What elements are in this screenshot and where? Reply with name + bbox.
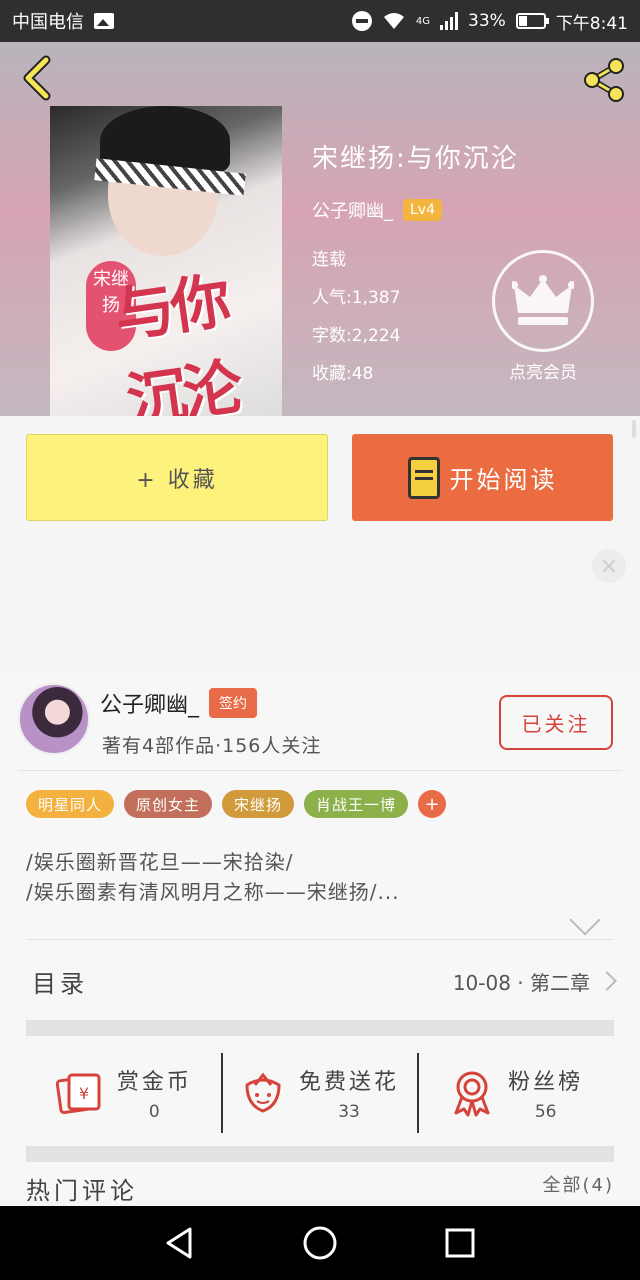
section-separator	[26, 1146, 614, 1162]
stat-name: 赏金币	[116, 1070, 192, 1095]
flower-icon	[245, 1072, 281, 1113]
stat-value: 33	[338, 1102, 360, 1122]
tag-list: 明星同人 原创女主 宋继扬 肖战王一博 +	[26, 790, 447, 818]
tag-item[interactable]: 肖战王一博	[304, 790, 409, 818]
book-title: 宋继扬:与你沉沦	[312, 144, 519, 174]
author-summary: 著有4部作品·156人关注	[102, 735, 322, 757]
triangle-back-icon	[166, 1227, 192, 1259]
stat-value: 0	[148, 1102, 160, 1122]
wifi-icon	[383, 13, 404, 29]
stat-value: 56	[534, 1102, 557, 1122]
square-recents-icon	[445, 1228, 475, 1258]
clock: 下午8:41	[555, 13, 628, 34]
book-favorites: 收藏:48	[312, 364, 374, 384]
scrollbar[interactable]	[632, 420, 636, 438]
book-description[interactable]: /娱乐圈新晋花旦——宋拾染/ /娱乐圈素有清风明月之称——宋继扬/...	[26, 847, 400, 907]
battery-icon	[515, 13, 549, 29]
ad-area: ×	[0, 541, 640, 671]
stats-row: ¥ 赏金币 0 免费送花 33 粉丝榜 56	[26, 1053, 614, 1133]
stat-name: 免费送花	[299, 1070, 400, 1095]
navigation-bar	[0, 1206, 640, 1280]
expand-chevron-icon[interactable]	[569, 904, 601, 936]
image-notification-icon	[94, 13, 114, 29]
all-comments-link[interactable]: 全部(4)	[543, 1171, 615, 1211]
share-icon[interactable]	[580, 56, 628, 104]
details-section: 公子卿幽_ 签约 著有4部作品·156人关注 已关注 明星同人 原创女主 宋继扬…	[0, 671, 640, 1205]
carrier-label: 中国电信	[12, 12, 84, 33]
book-icon	[407, 456, 440, 499]
add-to-favorites-button[interactable]: + 收藏	[26, 434, 328, 521]
send-flower-button[interactable]: 免费送花 33	[220, 1053, 418, 1133]
svg-text:¥: ¥	[79, 1084, 89, 1103]
vip-ring	[492, 250, 594, 352]
table-of-contents-row[interactable]: 目录 10-08 · 第二章	[26, 951, 617, 1011]
author-name[interactable]: 公子卿幽_	[100, 687, 199, 719]
description-line: /娱乐圈新晋花旦——宋拾染/	[26, 850, 294, 874]
book-info: 宋继扬:与你沉沦 公子卿幽_ Lv4 连载 人气:1,387 字数:2,224 …	[312, 138, 519, 393]
action-bar: + 收藏 开始阅读	[0, 416, 640, 541]
book-popularity: 人气:1,387	[312, 288, 401, 308]
crown-icon	[512, 275, 574, 325]
circle-home-icon	[303, 1226, 337, 1260]
reward-coins-button[interactable]: ¥ 赏金币 0	[26, 1053, 221, 1133]
network-type: 4G	[415, 15, 431, 27]
book-word-count: 字数:2,224	[312, 326, 401, 346]
vip-label: 点亮会员	[509, 363, 577, 383]
status-bar: 中国电信 4G 33% 下午8:41	[0, 0, 640, 42]
book-header: 宋继扬 与你沉沦 宋继扬:与你沉沦 公子卿幽_ Lv4 连载 人气:1,387 …	[0, 42, 640, 416]
latest-chapter: 10-08 · 第二章	[452, 970, 590, 995]
chevron-right-icon	[597, 971, 617, 991]
back-nav-button[interactable]	[160, 1223, 200, 1263]
tag-item[interactable]: 宋继扬	[222, 790, 295, 818]
home-nav-button[interactable]	[300, 1223, 340, 1263]
cover-title: 与你沉沦	[110, 266, 244, 416]
close-icon[interactable]: ×	[592, 549, 626, 583]
divider	[18, 770, 622, 771]
start-reading-button[interactable]: 开始阅读	[352, 434, 613, 521]
book-cover[interactable]: 宋继扬 与你沉沦	[50, 106, 282, 416]
book-status: 连载	[312, 250, 346, 270]
vip-button[interactable]: 点亮会员	[492, 250, 594, 383]
hot-comments-title: 热门评论	[26, 1177, 138, 1205]
recents-nav-button[interactable]	[440, 1223, 480, 1263]
stat-name: 粉丝榜	[508, 1070, 584, 1095]
book-author[interactable]: 公子卿幽_	[312, 197, 393, 223]
red-envelope-icon: ¥	[55, 1073, 101, 1115]
tag-item[interactable]: 原创女主	[124, 790, 213, 818]
fan-ranking-button[interactable]: 粉丝榜 56	[417, 1053, 614, 1133]
author-level-badge: Lv4	[403, 199, 442, 221]
signal-icon	[440, 12, 459, 30]
toc-title: 目录	[32, 969, 88, 998]
follow-button[interactable]: 已关注	[499, 695, 613, 750]
add-tag-button[interactable]: +	[418, 790, 447, 818]
signed-badge: 签约	[209, 688, 258, 718]
tag-item[interactable]: 明星同人	[26, 790, 115, 818]
battery-percent: 33%	[468, 11, 506, 31]
start-reading-label: 开始阅读	[449, 466, 558, 494]
back-arrow-icon[interactable]	[18, 54, 58, 102]
description-line: /娱乐圈素有清风明月之称——宋继扬/...	[26, 880, 400, 904]
divider	[26, 939, 614, 940]
medal-icon	[454, 1071, 490, 1117]
do-not-disturb-icon	[351, 11, 372, 31]
section-separator	[26, 1020, 614, 1036]
avatar[interactable]	[18, 683, 90, 755]
hot-comments-header: 热门评论 全部(4)	[26, 1171, 614, 1211]
